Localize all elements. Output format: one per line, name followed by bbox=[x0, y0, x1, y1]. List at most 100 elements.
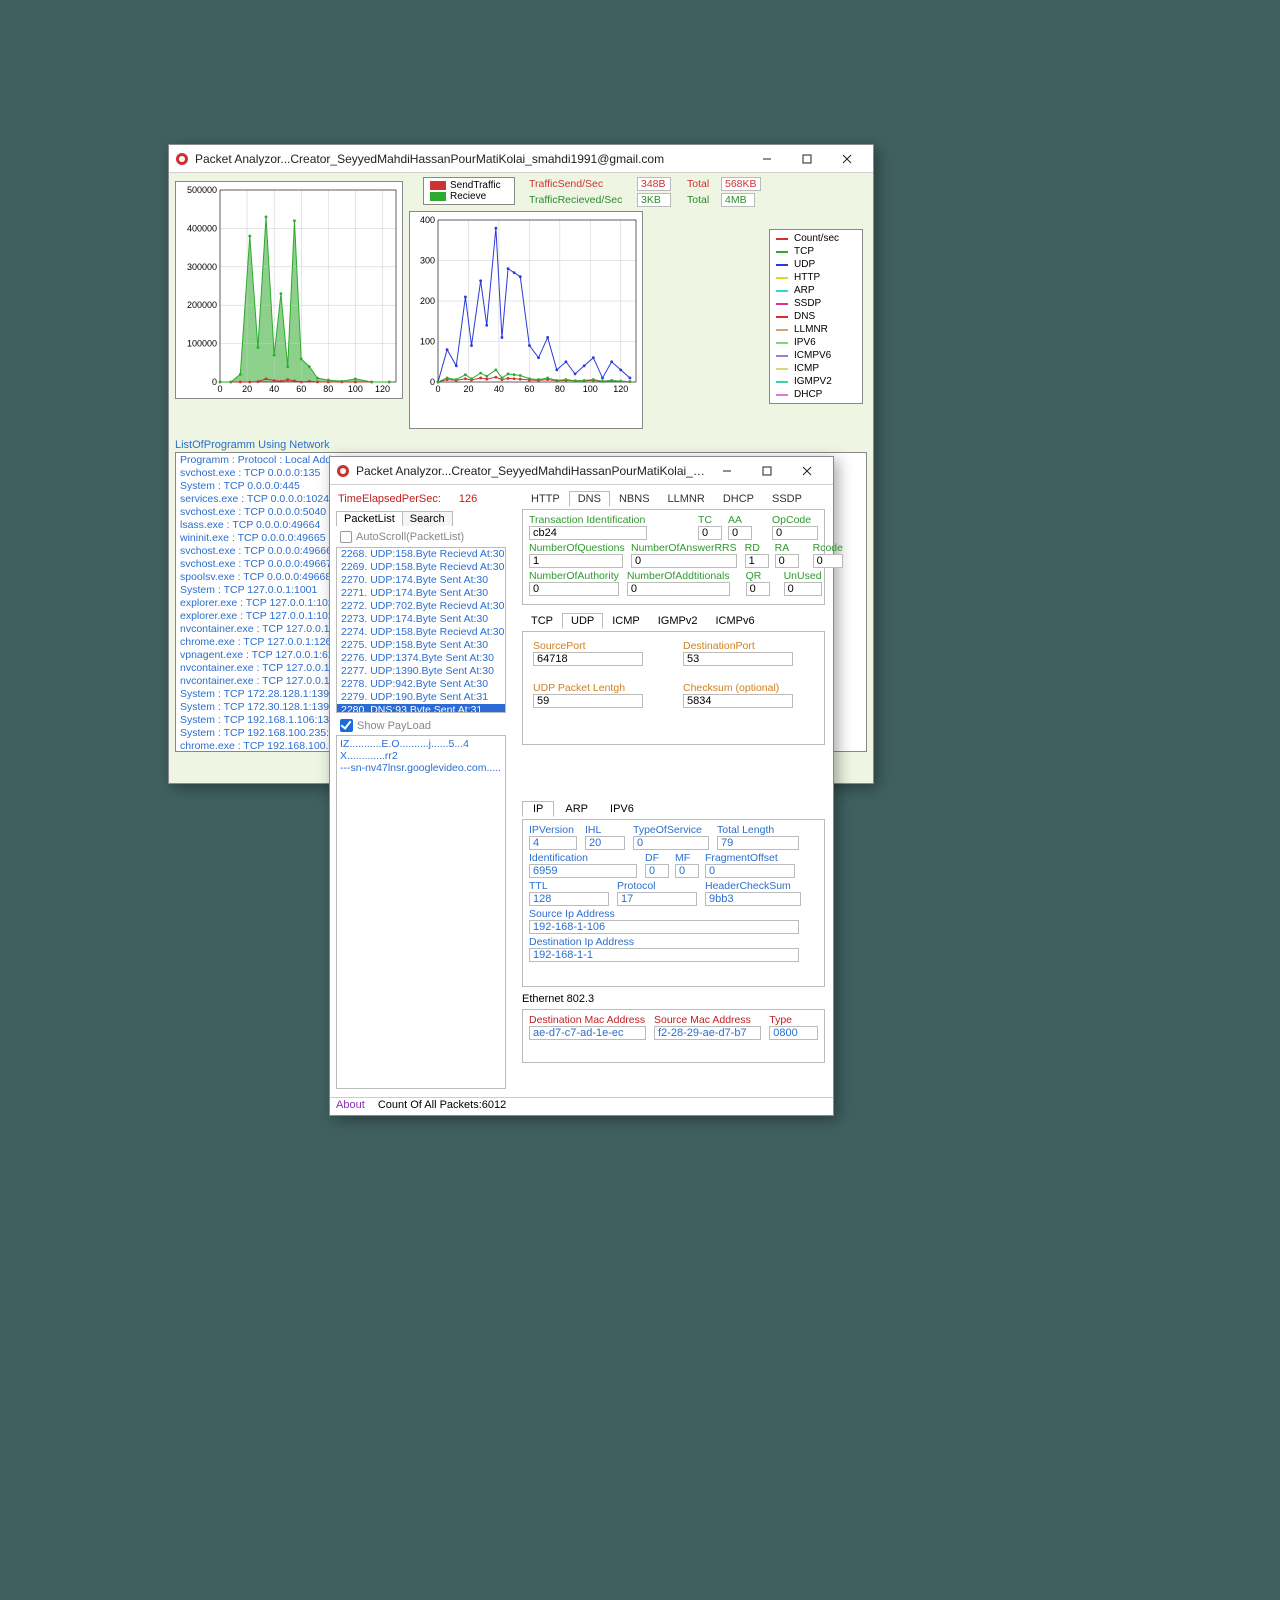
tab-ssdp[interactable]: SSDP bbox=[763, 491, 811, 507]
svg-text:100: 100 bbox=[348, 384, 363, 394]
packet-list-item[interactable]: 2276. UDP:1374.Byte Sent At:30 bbox=[337, 652, 505, 665]
app-icon bbox=[336, 464, 350, 478]
maximize-button[interactable] bbox=[747, 457, 787, 485]
ip-tos-field[interactable]: 0 bbox=[633, 836, 709, 850]
ethernet-label: Ethernet 802.3 bbox=[522, 993, 594, 1005]
tab-icmp[interactable]: ICMP bbox=[603, 613, 649, 629]
dns-opcode-field[interactable]: 0 bbox=[772, 526, 818, 540]
tab-igmpv2[interactable]: IGMPv2 bbox=[649, 613, 707, 629]
ip-df-field[interactable]: 0 bbox=[645, 864, 669, 878]
program-list-header: ListOfProgramm Using Network bbox=[169, 437, 873, 452]
payload-box[interactable]: IZ...........E.O..........j......5...4X.… bbox=[336, 735, 506, 1089]
dns-tc-field[interactable]: 0 bbox=[698, 526, 722, 540]
eth-type-field[interactable]: 0800 bbox=[769, 1026, 818, 1040]
eth-dmac-field[interactable]: ae-d7-c7-ad-1e-ec bbox=[529, 1026, 646, 1040]
l3-protocol-tabs: IPARPIPV6 bbox=[522, 801, 645, 817]
dns-nau-field[interactable]: 0 bbox=[529, 582, 619, 596]
tab-search[interactable]: Search bbox=[402, 511, 453, 526]
traffic-metrics: TrafficSend/Sec 348B Total 568KB Traffic… bbox=[529, 177, 761, 209]
packet-list-item[interactable]: 2268. UDP:158.Byte Recievd At:30 bbox=[337, 548, 505, 561]
tab-ip[interactable]: IP bbox=[522, 801, 554, 817]
minimize-button[interactable] bbox=[707, 457, 747, 485]
autoscroll-checkbox[interactable]: AutoScroll(PacketList) bbox=[340, 531, 464, 543]
svg-text:120: 120 bbox=[613, 384, 628, 394]
tab-http[interactable]: HTTP bbox=[522, 491, 569, 507]
tab-udp[interactable]: UDP bbox=[562, 613, 603, 629]
ip-version-field[interactable]: 4 bbox=[529, 836, 577, 850]
svg-text:200000: 200000 bbox=[187, 300, 217, 310]
udp-checksum-field[interactable]: 5834 bbox=[683, 694, 793, 708]
ethernet-panel: Destination Mac Addressae-d7-c7-ad-1e-ec… bbox=[522, 1009, 825, 1063]
tab-llmnr[interactable]: LLMNR bbox=[659, 491, 714, 507]
packet-list-item[interactable]: 2272. UDP:702.Byte Recievd At:30 bbox=[337, 600, 505, 613]
svg-text:80: 80 bbox=[555, 384, 565, 394]
ip-mf-field[interactable]: 0 bbox=[675, 864, 699, 878]
svg-text:40: 40 bbox=[269, 384, 279, 394]
tab-dhcp[interactable]: DHCP bbox=[714, 491, 763, 507]
packet-list-item[interactable]: 2278. UDP:942.Byte Sent At:30 bbox=[337, 678, 505, 691]
udp-len-field[interactable]: 59 bbox=[533, 694, 643, 708]
packet-list-item[interactable]: 2270. UDP:174.Byte Sent At:30 bbox=[337, 574, 505, 587]
packet-list-item[interactable]: 2273. UDP:174.Byte Sent At:30 bbox=[337, 613, 505, 626]
window-title: Packet Analyzor...Creator_SeyyedMahdiHas… bbox=[356, 464, 707, 478]
window-title: Packet Analyzor...Creator_SeyyedMahdiHas… bbox=[195, 152, 747, 166]
svg-text:200: 200 bbox=[420, 296, 435, 306]
packet-list-item[interactable]: 2275. UDP:158.Byte Sent At:30 bbox=[337, 639, 505, 652]
packet-analyzer-detail-window: Packet Analyzor...Creator_SeyyedMahdiHas… bbox=[329, 456, 834, 1116]
ip-dst-field[interactable]: 192-168-1-1 bbox=[529, 948, 799, 962]
dns-rd-field[interactable]: 1 bbox=[745, 554, 769, 568]
udp-dstport-field[interactable]: 53 bbox=[683, 652, 793, 666]
dns-nar-field[interactable]: 0 bbox=[631, 554, 737, 568]
tab-icmpv6[interactable]: ICMPv6 bbox=[706, 613, 763, 629]
show-payload-checkbox[interactable]: Show PayLoad bbox=[340, 719, 431, 732]
ip-fragoffset-field[interactable]: 0 bbox=[705, 864, 795, 878]
about-link[interactable]: About bbox=[336, 1099, 365, 1111]
titlebar[interactable]: Packet Analyzor...Creator_SeyyedMahdiHas… bbox=[169, 145, 873, 173]
dns-nq-field[interactable]: 1 bbox=[529, 554, 623, 568]
svg-text:20: 20 bbox=[463, 384, 473, 394]
tab-nbns[interactable]: NBNS bbox=[610, 491, 659, 507]
packet-list-item[interactable]: 2277. UDP:1390.Byte Sent At:30 bbox=[337, 665, 505, 678]
tab-ipv6[interactable]: IPV6 bbox=[599, 801, 645, 817]
dns-nad-field[interactable]: 0 bbox=[627, 582, 730, 596]
ip-protocol-field[interactable]: 17 bbox=[617, 892, 697, 906]
tab-dns[interactable]: DNS bbox=[569, 491, 610, 507]
dns-unused-field[interactable]: 0 bbox=[784, 582, 822, 596]
chart-legend-protocols: Count/secTCPUDPHTTPARPSSDPDNSLLMNRIPV6IC… bbox=[769, 229, 863, 404]
udp-srcport-field[interactable]: 64718 bbox=[533, 652, 643, 666]
svg-text:40: 40 bbox=[494, 384, 504, 394]
close-button[interactable] bbox=[827, 145, 867, 173]
ip-panel: IPVersion4 IHL20 TypeOfService0 Total Le… bbox=[522, 819, 825, 987]
minimize-button[interactable] bbox=[747, 145, 787, 173]
close-button[interactable] bbox=[787, 457, 827, 485]
dns-ra-field[interactable]: 0 bbox=[775, 554, 799, 568]
svg-text:0: 0 bbox=[430, 377, 435, 387]
maximize-button[interactable] bbox=[787, 145, 827, 173]
packet-list[interactable]: 2268. UDP:158.Byte Recievd At:302269. UD… bbox=[336, 547, 506, 713]
packet-list-item[interactable]: 2274. UDP:158.Byte Recievd At:30 bbox=[337, 626, 505, 639]
ip-id-field[interactable]: 6959 bbox=[529, 864, 637, 878]
ip-src-field[interactable]: 192-168-1-106 bbox=[529, 920, 799, 934]
ip-total-length-field[interactable]: 79 bbox=[717, 836, 799, 850]
dns-qr-field[interactable]: 0 bbox=[746, 582, 770, 596]
svg-text:400000: 400000 bbox=[187, 223, 217, 233]
tab-packetlist[interactable]: PacketList bbox=[336, 511, 403, 526]
svg-text:400: 400 bbox=[420, 215, 435, 225]
packet-list-item[interactable]: 2269. UDP:158.Byte Recievd At:30 bbox=[337, 561, 505, 574]
tab-arp[interactable]: ARP bbox=[554, 801, 599, 817]
packet-list-item[interactable]: 2271. UDP:174.Byte Sent At:30 bbox=[337, 587, 505, 600]
svg-text:100: 100 bbox=[420, 337, 435, 347]
ip-ttl-field[interactable]: 128 bbox=[529, 892, 609, 906]
titlebar[interactable]: Packet Analyzor...Creator_SeyyedMahdiHas… bbox=[330, 457, 833, 485]
dns-aa-field[interactable]: 0 bbox=[728, 526, 752, 540]
ip-ihl-field[interactable]: 20 bbox=[585, 836, 625, 850]
packet-count: Count Of All Packets:6012 bbox=[378, 1099, 506, 1111]
packet-list-item[interactable]: 2279. UDP:190.Byte Sent At:31 bbox=[337, 691, 505, 704]
eth-smac-field[interactable]: f2-28-29-ae-d7-b7 bbox=[654, 1026, 761, 1040]
dns-rcode-field[interactable]: 0 bbox=[813, 554, 843, 568]
packet-list-item-selected[interactable]: 2280. DNS:93.Byte Sent At:31 bbox=[337, 704, 505, 713]
dns-tid-field[interactable]: cb24 bbox=[529, 526, 647, 540]
tab-tcp[interactable]: TCP bbox=[522, 613, 562, 629]
bytes-chart: 0100000200000300000400000500000020406080… bbox=[175, 181, 403, 399]
ip-headercksum-field[interactable]: 9bb3 bbox=[705, 892, 801, 906]
